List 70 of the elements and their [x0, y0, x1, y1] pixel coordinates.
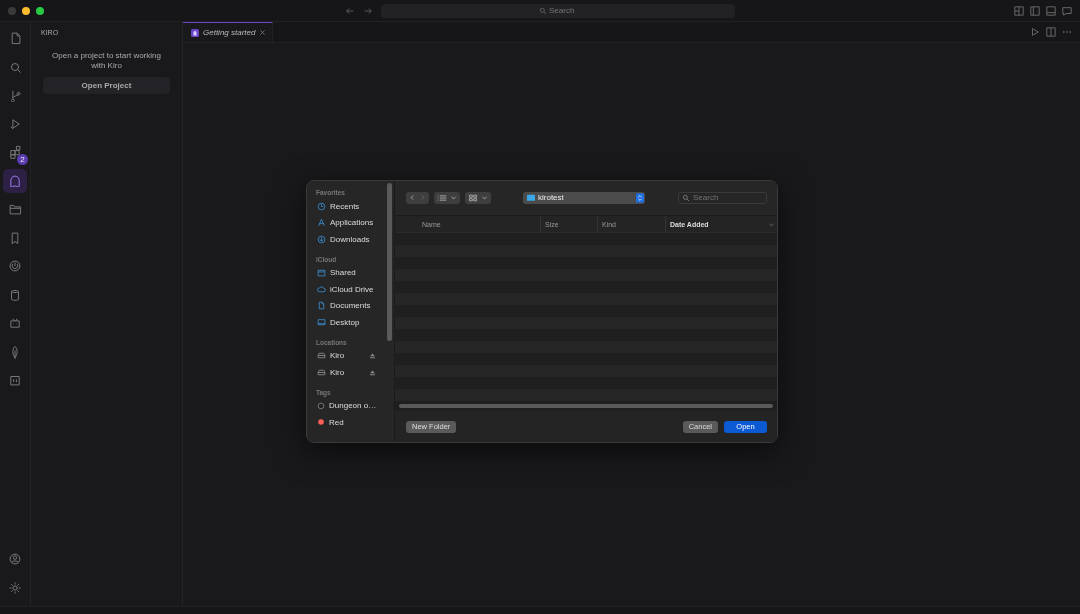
back-forward-control[interactable]: [406, 191, 429, 204]
cloud-icon: [317, 284, 326, 294]
sidebar-item[interactable]: Downloads: [315, 231, 394, 248]
folder-icon: [527, 194, 535, 202]
drive-icon: [317, 367, 326, 377]
branch-icon: [8, 88, 22, 103]
sidebar-item[interactable]: iCloud Drive: [315, 281, 394, 298]
list-icon: [437, 193, 447, 202]
grid-icon: [468, 193, 478, 202]
kiro-icon: [191, 28, 199, 37]
sidebar-item[interactable]: Documents: [315, 297, 394, 314]
applications-icon: [317, 218, 326, 228]
power-icon: [8, 259, 22, 274]
list-view-button[interactable]: [434, 191, 460, 204]
zoom-light[interactable]: [36, 6, 44, 15]
sidebar-item[interactable]: Desktop: [315, 314, 394, 331]
eject-icon[interactable]: [369, 352, 376, 360]
run-icon: [8, 116, 22, 131]
sidebar-message: Open a project to start working with Kiro: [51, 51, 162, 71]
search-icon: [682, 193, 690, 202]
panel-toggle-icon[interactable]: [1046, 5, 1056, 16]
activity-item[interactable]: 2: [3, 140, 27, 165]
forward-arrow-icon[interactable]: [363, 5, 373, 16]
layout-icon[interactable]: [1014, 5, 1024, 16]
drive-icon: [317, 351, 326, 361]
scrollbar[interactable]: [387, 183, 392, 341]
forward-chevron-icon[interactable]: [419, 194, 426, 202]
sidebar-item[interactable]: Kiro: [315, 347, 394, 364]
download-icon: [317, 234, 326, 244]
scrollbar[interactable]: [399, 404, 773, 409]
extensions-icon: [8, 145, 22, 160]
caret-icon: [481, 194, 488, 202]
close-icon[interactable]: [259, 29, 267, 36]
sidebar-item[interactable]: Applications: [315, 214, 394, 231]
search-icon: [539, 6, 547, 15]
robot-face-icon: [8, 373, 22, 388]
minimize-light[interactable]: [22, 6, 30, 15]
sidebar-toggle-icon[interactable]: [1030, 5, 1040, 16]
run-icon[interactable]: [1030, 27, 1040, 37]
sidebar-item[interactable]: Shared: [315, 264, 394, 281]
location-popup[interactable]: kirotest: [523, 191, 645, 204]
activity-item[interactable]: [3, 168, 27, 193]
ghost-icon: [8, 173, 22, 188]
back-arrow-icon[interactable]: [345, 5, 355, 16]
sidebar-item[interactable]: Recents: [315, 198, 394, 215]
sidebar-item[interactable]: Kiro: [315, 364, 394, 381]
back-chevron-icon[interactable]: [409, 194, 416, 202]
up-down-arrows-icon: [636, 192, 644, 203]
close-light[interactable]: [8, 6, 16, 15]
grid-view-button[interactable]: [465, 191, 491, 204]
clock-icon: [317, 201, 326, 211]
open-project-button[interactable]: Open Project: [43, 77, 170, 94]
folder-icon: [8, 202, 22, 217]
chat-icon[interactable]: [1062, 5, 1072, 16]
editor-tab[interactable]: Getting started: [183, 22, 274, 42]
settings-icon: [8, 580, 22, 595]
sidebar-item[interactable]: Red: [315, 414, 394, 431]
sidebar-item[interactable]: Dungeon o…: [315, 397, 394, 414]
split-editor-icon[interactable]: [1046, 27, 1056, 37]
count-badge: 2: [17, 153, 28, 165]
search-field[interactable]: Search: [381, 3, 735, 18]
robot-icon: [8, 316, 22, 331]
eject-icon[interactable]: [369, 368, 376, 376]
shared-folder-icon: [317, 268, 326, 278]
search-field[interactable]: Search: [678, 191, 767, 204]
account-icon: [8, 552, 22, 567]
caret-icon: [450, 194, 457, 202]
desktop-icon: [317, 317, 326, 327]
database-icon: [8, 287, 22, 302]
document-icon: [317, 301, 326, 311]
